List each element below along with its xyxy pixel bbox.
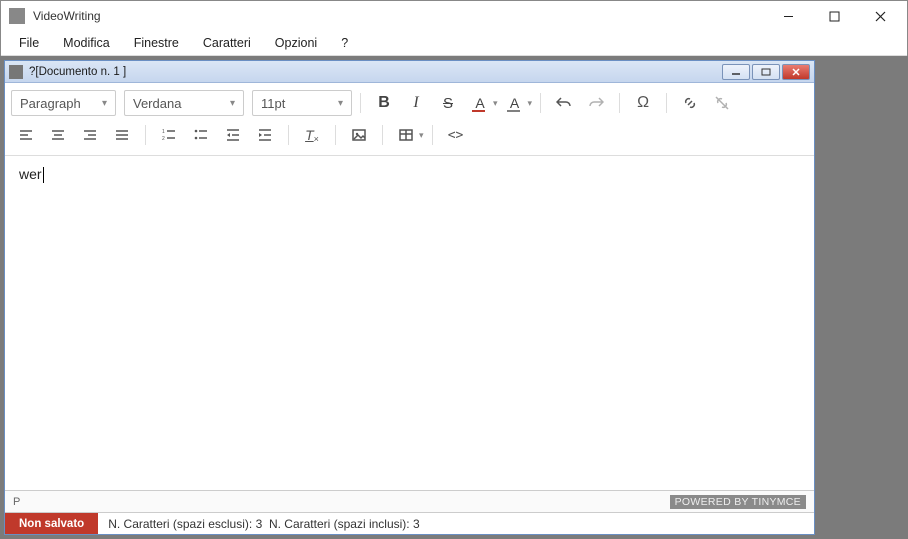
app-statusbar: Non salvato N. Caratteri (spazi esclusi)… bbox=[5, 512, 814, 534]
separator bbox=[619, 93, 620, 113]
menubar: File Modifica Finestre Caratteri Opzioni… bbox=[1, 31, 907, 56]
bg-color-swatch bbox=[507, 110, 520, 112]
editor-statusbar: P POWERED BY TINYMCE bbox=[5, 490, 814, 512]
menu-modifica[interactable]: Modifica bbox=[53, 33, 120, 53]
doc-maximize-button[interactable] bbox=[752, 64, 780, 80]
menu-help[interactable]: ? bbox=[331, 33, 358, 53]
source-code-button[interactable]: <> bbox=[441, 121, 471, 149]
align-right-button[interactable] bbox=[75, 121, 105, 149]
paragraph-select-label: Paragraph bbox=[20, 96, 81, 111]
window-controls bbox=[765, 1, 903, 31]
align-center-button[interactable] bbox=[43, 121, 73, 149]
fontsize-select-label: 11pt bbox=[261, 96, 285, 111]
separator bbox=[540, 93, 541, 113]
char-incl-value: 3 bbox=[413, 517, 420, 531]
undo-button[interactable] bbox=[549, 89, 579, 117]
clear-format-button[interactable]: T× bbox=[297, 121, 327, 149]
save-status-badge: Non salvato bbox=[5, 513, 98, 534]
svg-text:2: 2 bbox=[162, 136, 165, 142]
editor-path[interactable]: P bbox=[13, 496, 20, 508]
workspace-background bbox=[815, 56, 908, 539]
mdi-area: ?[Documento n. 1 ] Paragraph ▾ Verdana ▾ 1… bbox=[0, 56, 815, 539]
italic-button[interactable]: I bbox=[401, 89, 431, 117]
document-window: ?[Documento n. 1 ] Paragraph ▾ Verdana ▾ 1… bbox=[4, 60, 815, 535]
text-color-button[interactable]: A bbox=[465, 89, 495, 117]
font-select[interactable]: Verdana ▾ bbox=[124, 90, 244, 116]
svg-text:1: 1 bbox=[162, 129, 165, 135]
align-left-button[interactable] bbox=[11, 121, 41, 149]
minimize-button[interactable] bbox=[765, 1, 811, 31]
chevron-down-icon: ▾ bbox=[102, 98, 107, 109]
editor-toolbar: Paragraph▾ Verdana▾ 11pt▾ B I S A ▾ A ▾ … bbox=[5, 83, 814, 156]
fontsize-select[interactable]: 11pt ▾ bbox=[252, 90, 352, 116]
image-button[interactable] bbox=[344, 121, 374, 149]
strikethrough-button[interactable]: S bbox=[433, 89, 463, 117]
outdent-button[interactable] bbox=[218, 121, 248, 149]
separator bbox=[335, 125, 336, 145]
workspace: ?[Documento n. 1 ] Paragraph ▾ Verdana ▾ 1… bbox=[0, 56, 908, 539]
separator bbox=[382, 125, 383, 145]
char-excl-value: 3 bbox=[256, 517, 263, 531]
doc-close-button[interactable] bbox=[782, 64, 810, 80]
document-icon bbox=[9, 65, 23, 79]
menu-finestre[interactable]: Finestre bbox=[124, 33, 189, 53]
paragraph-select[interactable]: Paragraph ▾ bbox=[11, 90, 116, 116]
document-title: ?[Documento n. 1 ] bbox=[29, 66, 722, 78]
indent-button[interactable] bbox=[250, 121, 280, 149]
char-incl-label: N. Caratteri (spazi inclusi): bbox=[269, 517, 410, 531]
unlink-button[interactable] bbox=[707, 89, 737, 117]
char-excl-label: N. Caratteri (spazi esclusi): bbox=[108, 517, 252, 531]
separator bbox=[432, 125, 433, 145]
separator bbox=[145, 125, 146, 145]
chevron-down-icon: ▾ bbox=[338, 98, 343, 109]
font-select-label: Verdana bbox=[133, 96, 181, 111]
menu-caratteri[interactable]: Caratteri bbox=[193, 33, 261, 53]
maximize-button[interactable] bbox=[811, 1, 857, 31]
document-window-controls bbox=[722, 64, 810, 80]
special-char-button[interactable]: Ω bbox=[628, 89, 658, 117]
redo-button[interactable] bbox=[581, 89, 611, 117]
doc-minimize-button[interactable] bbox=[722, 64, 750, 80]
menu-file[interactable]: File bbox=[9, 33, 49, 53]
link-button[interactable] bbox=[675, 89, 705, 117]
editor-area[interactable]: wer bbox=[5, 156, 814, 490]
table-button[interactable] bbox=[391, 121, 421, 149]
align-justify-button[interactable] bbox=[107, 121, 137, 149]
bullet-list-button[interactable] bbox=[186, 121, 216, 149]
close-button[interactable] bbox=[857, 1, 903, 31]
text-color-swatch bbox=[472, 110, 485, 112]
numbered-list-button[interactable]: 12 bbox=[154, 121, 184, 149]
menu-opzioni[interactable]: Opzioni bbox=[265, 33, 327, 53]
chevron-down-icon[interactable]: ▾ bbox=[419, 130, 424, 141]
powered-by-label: POWERED BY TINYMCE bbox=[670, 495, 806, 509]
text-cursor bbox=[43, 167, 44, 183]
app-icon bbox=[9, 8, 25, 24]
separator bbox=[666, 93, 667, 113]
bg-color-button[interactable]: A bbox=[500, 89, 530, 117]
chevron-down-icon: ▾ bbox=[230, 98, 235, 109]
editor-content: wer bbox=[19, 166, 42, 182]
titlebar: VideoWriting bbox=[1, 1, 907, 31]
bold-button[interactable]: B bbox=[369, 89, 399, 117]
app-title: VideoWriting bbox=[33, 9, 765, 23]
separator bbox=[288, 125, 289, 145]
document-titlebar[interactable]: ?[Documento n. 1 ] bbox=[5, 61, 814, 83]
separator bbox=[360, 93, 361, 113]
